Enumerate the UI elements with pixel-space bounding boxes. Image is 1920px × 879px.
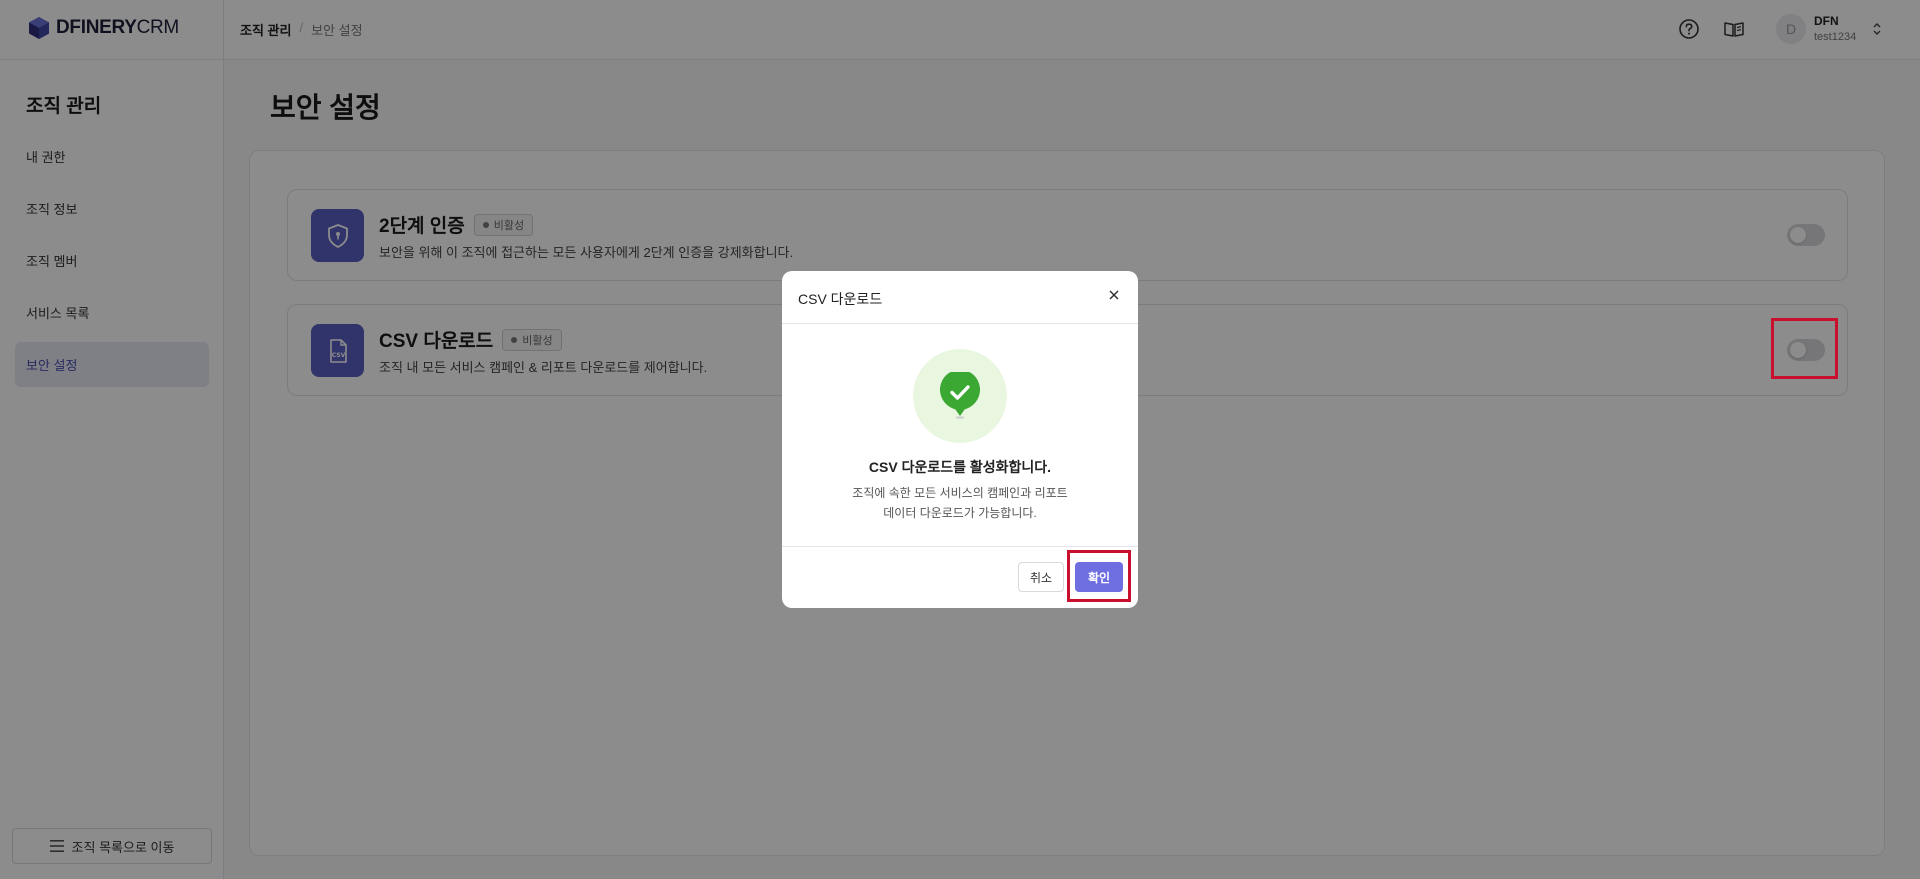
dialog-footer: 취소 확인 — [782, 546, 1138, 608]
dialog-description: 조직에 속한 모든 서비스의 캠페인과 리포트 데이터 다운로드가 가능합니다. — [822, 483, 1098, 523]
confirm-button[interactable]: 확인 — [1075, 562, 1123, 592]
dialog-heading: CSV 다운로드를 활성화합니다. — [868, 459, 1052, 475]
dialog-title: CSV 다운로드 — [798, 291, 883, 307]
dialog-description-line: 데이터 다운로드가 가능합니다. — [883, 506, 1037, 520]
close-icon — [1109, 290, 1119, 300]
close-button[interactable] — [1106, 287, 1122, 303]
cancel-button[interactable]: 취소 — [1018, 562, 1064, 592]
success-illustration — [913, 349, 1007, 443]
csv-download-dialog: CSV 다운로드 CSV 다운로드를 활성화합니다. 조직에 속한 모든 서비스… — [782, 271, 1138, 608]
dialog-header: CSV 다운로드 — [782, 271, 1138, 324]
check-badge-icon — [940, 372, 980, 419]
dialog-description-line: 조직에 속한 모든 서비스의 캠페인과 리포트 — [852, 486, 1068, 500]
